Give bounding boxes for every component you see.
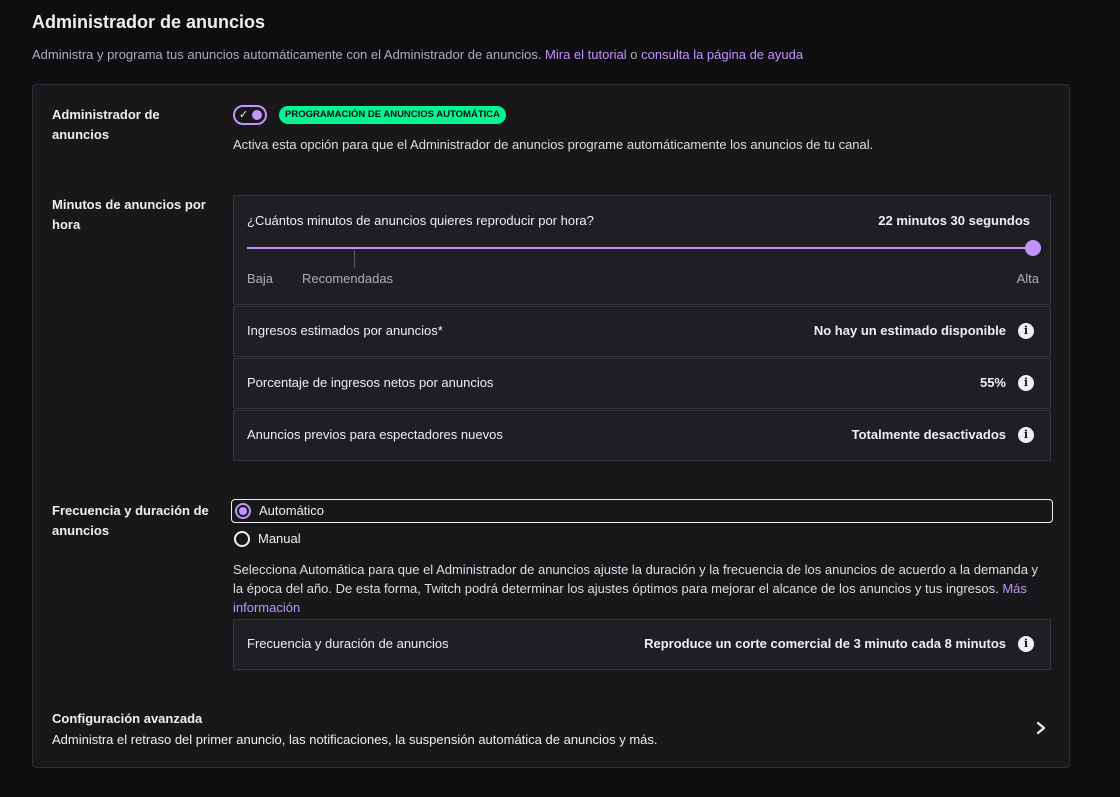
preroll-row: Anuncios previos para espectadores nuevo… bbox=[233, 410, 1051, 461]
info-icon[interactable]: i bbox=[1018, 375, 1034, 391]
tutorial-link[interactable]: Mira el tutorial bbox=[545, 47, 627, 62]
radio-label: Manual bbox=[258, 531, 301, 546]
chevron-right-icon[interactable] bbox=[1035, 719, 1047, 740]
frequency-description: Selecciona Automática para que el Admini… bbox=[233, 560, 1048, 617]
info-icon[interactable]: i bbox=[1018, 636, 1034, 652]
advanced-settings-title: Configuración avanzada bbox=[52, 711, 203, 726]
radio-button[interactable] bbox=[235, 503, 251, 519]
subtitle-text: Administra y programa tus anuncios autom… bbox=[32, 47, 546, 62]
subtitle-connector: o bbox=[626, 47, 642, 62]
tick-high-label: Alta bbox=[1016, 271, 1039, 286]
ad-manager-card: Administrador de anuncios ✓ PROGRAMACIÓN… bbox=[32, 84, 1070, 768]
auto-schedule-badge: PROGRAMACIÓN DE ANUNCIOS AUTOMÁTICA bbox=[279, 106, 506, 124]
slider-track[interactable] bbox=[247, 247, 1033, 249]
page-title: Administrador de anuncios bbox=[32, 12, 266, 32]
radio-button[interactable] bbox=[234, 531, 250, 547]
row-value: Reproduce un corte comercial de 3 minuto… bbox=[644, 636, 1006, 651]
advanced-settings[interactable]: Configuración avanzada Administra el ret… bbox=[33, 705, 1069, 755]
radio-label: Automático bbox=[259, 503, 325, 518]
row-label: Anuncios previos para espectadores nuevo… bbox=[247, 427, 503, 442]
minutes-per-hour-label: Minutos de anuncios por hora bbox=[52, 197, 206, 232]
radio-manual[interactable]: Manual bbox=[231, 528, 1053, 552]
toggle-knob bbox=[252, 110, 262, 120]
page-subtitle: Administra y programa tus anuncios autom… bbox=[32, 47, 803, 62]
info-icon[interactable]: i bbox=[1018, 323, 1034, 339]
slider-question: ¿Cuántos minutos de anuncios quieres rep… bbox=[247, 213, 594, 228]
frequency-row: Frecuencia y duración de anuncios Reprod… bbox=[233, 619, 1051, 670]
estimated-revenue-row: Ingresos estimados por anuncios* No hay … bbox=[233, 306, 1051, 357]
recommended-tick bbox=[354, 250, 355, 268]
slider-value: 22 minutos 30 segundos bbox=[878, 213, 1030, 228]
help-page-link[interactable]: consulta la página de ayuda bbox=[641, 47, 803, 62]
minutes-slider-panel: ¿Cuántos minutos de anuncios quieres rep… bbox=[233, 195, 1051, 305]
frequency-description-text: Selecciona Automática para que el Admini… bbox=[233, 562, 1039, 596]
row-value: 55% bbox=[979, 375, 1006, 390]
frequency-label: Frecuencia y duración de anuncios bbox=[52, 503, 209, 538]
row-value: No hay un estimado disponible bbox=[813, 323, 1006, 338]
tick-low-label: Baja bbox=[247, 271, 274, 286]
ad-manager-label: Administrador de anuncios bbox=[52, 107, 160, 142]
net-revenue-row: Porcentaje de ingresos netos por anuncio… bbox=[233, 358, 1051, 409]
slider-thumb[interactable] bbox=[1025, 240, 1041, 256]
info-icon[interactable]: i bbox=[1018, 427, 1034, 443]
ad-manager-toggle[interactable]: ✓ bbox=[233, 105, 267, 125]
advanced-settings-description: Administra el retraso del primer anuncio… bbox=[52, 732, 658, 747]
tick-recommended-label: Recomendadas bbox=[302, 271, 394, 286]
check-icon: ✓ bbox=[239, 109, 249, 121]
row-value: Totalmente desactivados bbox=[851, 427, 1006, 442]
radio-automatic[interactable]: Automático bbox=[231, 499, 1053, 523]
ad-manager-description: Activa esta opción para que el Administr… bbox=[233, 137, 874, 152]
row-label: Ingresos estimados por anuncios* bbox=[247, 323, 443, 338]
row-label: Frecuencia y duración de anuncios bbox=[247, 636, 449, 651]
row-label: Porcentaje de ingresos netos por anuncio… bbox=[247, 375, 494, 390]
